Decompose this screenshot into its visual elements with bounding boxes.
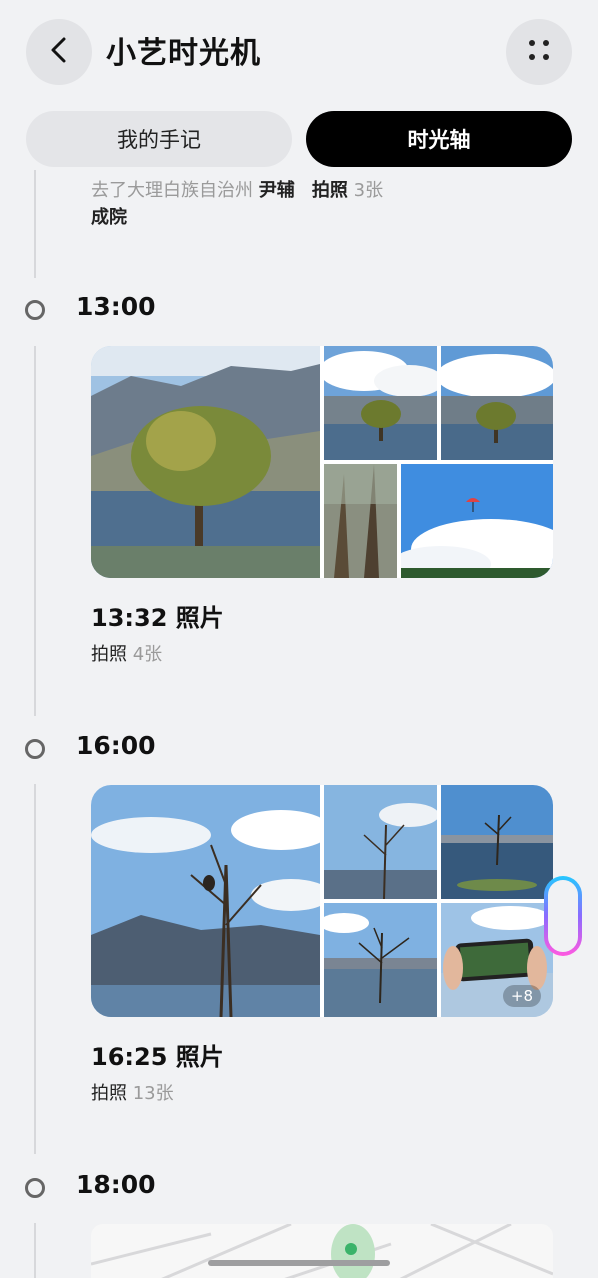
timeline-line xyxy=(34,170,36,278)
card-title: 13:32 照片 xyxy=(91,604,224,632)
more-photos-badge: +8 xyxy=(502,985,541,1007)
grid-dots-icon xyxy=(525,36,553,68)
timeline-dot xyxy=(25,739,45,759)
photo-thumbnail[interactable]: +8 xyxy=(441,903,553,1017)
page-title: 小艺时光机 xyxy=(106,36,261,71)
timeline-content[interactable]: 去了大理白族自治州 尹辅 拍照 3张 成院 13:00 13:32 照片 拍照 … xyxy=(0,170,598,1278)
back-button[interactable] xyxy=(26,19,92,85)
photo-thumbnail[interactable] xyxy=(324,464,397,578)
photo-thumbnail[interactable] xyxy=(441,346,553,460)
time-label: 16:00 xyxy=(76,731,156,760)
timeline-line xyxy=(34,784,36,1154)
card-meta: 拍照 4张 xyxy=(91,644,163,665)
timeline-dot xyxy=(25,300,45,320)
photo-grid[interactable] xyxy=(91,346,553,578)
time-label: 18:00 xyxy=(76,1170,156,1199)
tab-bar: 我的手记 时光轴 xyxy=(26,111,572,167)
more-button[interactable] xyxy=(506,19,572,85)
photo-thumbnail[interactable] xyxy=(324,346,437,460)
timeline-line xyxy=(34,1223,36,1278)
photo-grid[interactable]: +8 xyxy=(91,785,553,1017)
timeline-line xyxy=(34,346,36,716)
previous-entry-text: 去了大理白族自治州 尹辅 拍照 3张 xyxy=(91,180,384,201)
home-indicator[interactable] xyxy=(208,1260,390,1266)
floating-assistant-handle[interactable] xyxy=(544,876,582,956)
time-label: 13:00 xyxy=(76,292,156,321)
photo-thumbnail[interactable] xyxy=(324,785,437,899)
map-preview[interactable] xyxy=(91,1224,553,1278)
card-meta: 拍照 13张 xyxy=(91,1083,174,1104)
chevron-left-icon xyxy=(47,36,71,68)
photo-thumbnail[interactable] xyxy=(91,785,320,1017)
card-title: 16:25 照片 xyxy=(91,1043,224,1071)
photo-thumbnail[interactable] xyxy=(91,346,320,578)
timeline-dot xyxy=(25,1178,45,1198)
tab-timeline[interactable]: 时光轴 xyxy=(306,111,572,167)
photo-thumbnail[interactable] xyxy=(324,903,437,1017)
previous-entry-line2: 成院 xyxy=(91,207,127,228)
header: 小艺时光机 xyxy=(0,0,598,100)
photo-thumbnail[interactable] xyxy=(401,464,553,578)
photo-thumbnail[interactable] xyxy=(441,785,553,899)
tab-my-notes[interactable]: 我的手记 xyxy=(26,111,292,167)
